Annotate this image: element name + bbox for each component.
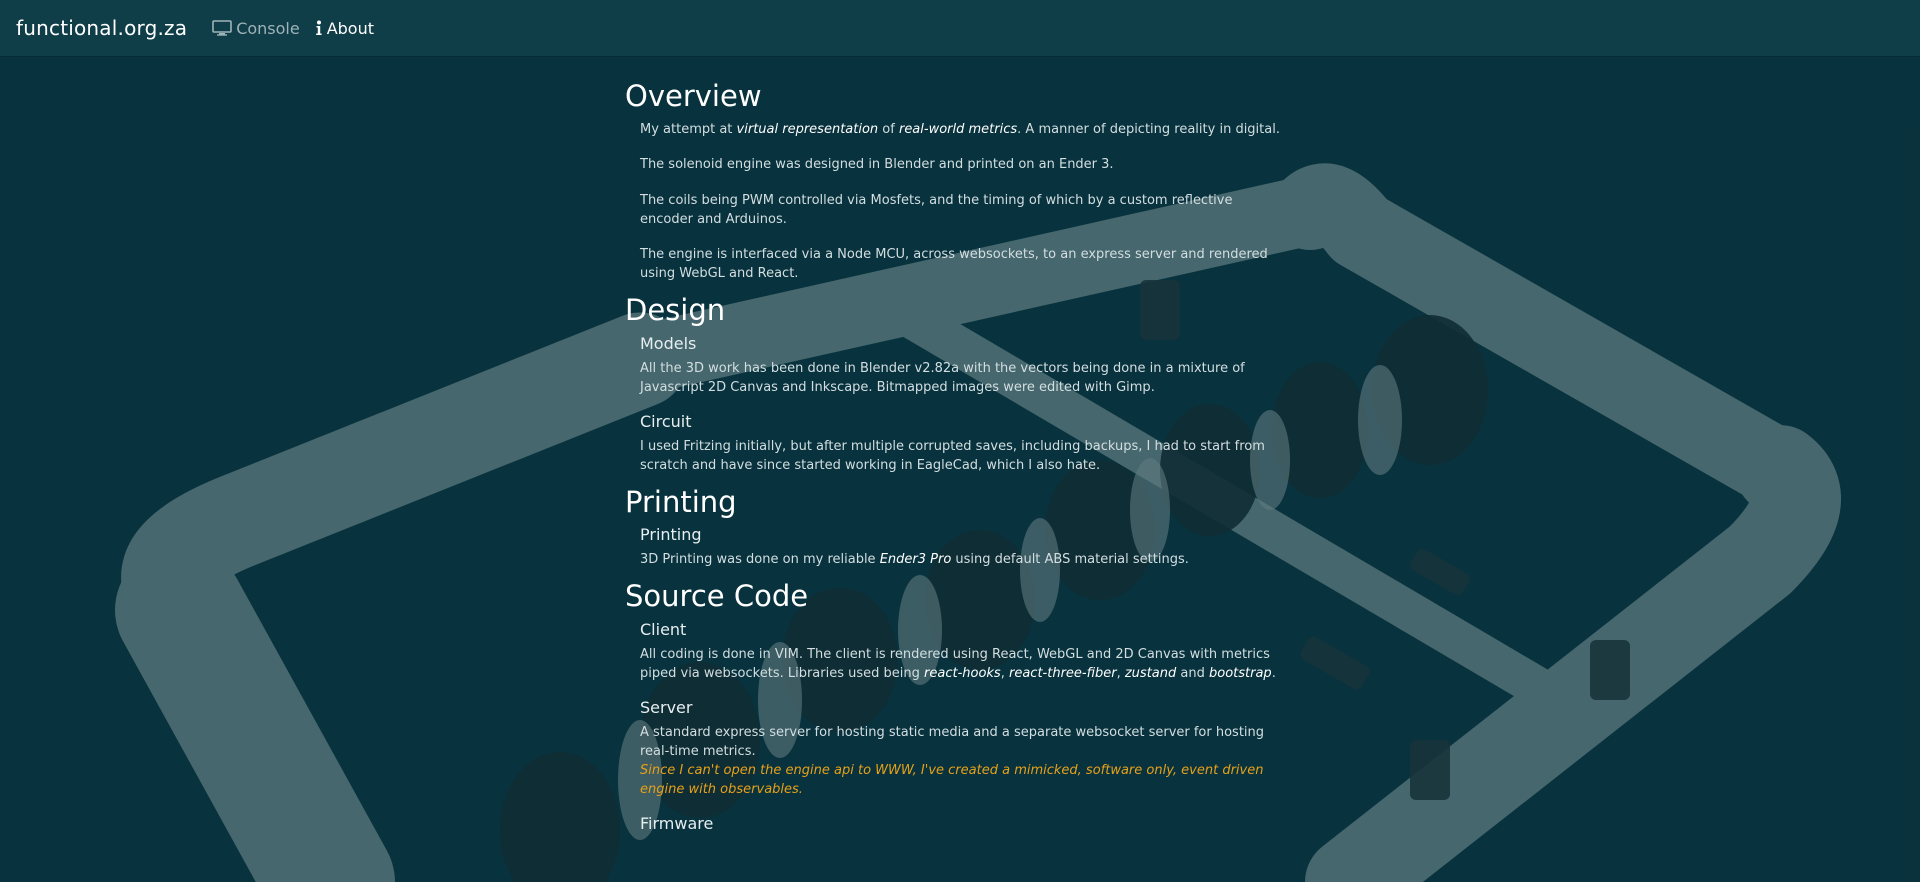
- printing-section: Printing Printing 3D Printing was done o…: [625, 484, 1285, 569]
- server-text: A standard express server for hosting st…: [640, 725, 1265, 759]
- info-icon: [315, 20, 322, 35]
- nav-console-link[interactable]: Console: [212, 19, 300, 38]
- overview-paragraph-1: My attempt at virtual representation of …: [640, 122, 1280, 137]
- main-content: Overview My attempt at virtual represent…: [625, 56, 1285, 834]
- models-title: Models: [640, 334, 697, 353]
- server-title: Server: [640, 698, 693, 717]
- overview-title: Overview: [625, 79, 762, 113]
- client-title: Client: [640, 620, 687, 639]
- nav-about-link[interactable]: About: [315, 19, 374, 38]
- nav-about-label: About: [326, 18, 375, 38]
- design-body: Models All the 3D work has been done in …: [640, 328, 1285, 475]
- top-navbar: functional.org.za Console About: [0, 0, 1920, 56]
- circuit-title: Circuit: [640, 412, 692, 431]
- overview-paragraph-3: The coils being PWM controlled via Mosfe…: [640, 193, 1233, 227]
- server-note-warning: Since I can't open the engine api to WWW…: [640, 763, 1264, 797]
- source-code-title: Source Code: [625, 579, 809, 613]
- nav-console-label: Console: [236, 18, 300, 38]
- monitor-icon: [212, 20, 232, 36]
- source-code-section: Source Code Client All coding is done in…: [625, 578, 1285, 834]
- overview-section: Overview My attempt at virtual represent…: [625, 56, 1285, 283]
- client-text: All coding is done in VIM. The client is…: [640, 647, 1276, 681]
- overview-paragraph-2: The solenoid engine was designed in Blen…: [640, 157, 1114, 172]
- printing-title: Printing: [625, 485, 737, 519]
- printing-text: 3D Printing was done on my reliable Ende…: [640, 552, 1189, 567]
- brand-link[interactable]: functional.org.za: [16, 16, 187, 40]
- design-title: Design: [625, 293, 726, 327]
- models-text: All the 3D work has been done in Blender…: [640, 361, 1245, 395]
- source-code-body: Client All coding is done in VIM. The cl…: [640, 614, 1285, 834]
- overview-paragraph-4: The engine is interfaced via a Node MCU,…: [640, 247, 1268, 281]
- overview-body: My attempt at virtual representation of …: [640, 114, 1285, 283]
- firmware-title: Firmware: [640, 814, 714, 833]
- printing-subtitle: Printing: [640, 525, 702, 544]
- printing-body: Printing 3D Printing was done on my reli…: [640, 520, 1285, 569]
- circuit-text: I used Fritzing initially, but after mul…: [640, 439, 1265, 473]
- design-section: Design Models All the 3D work has been d…: [625, 292, 1285, 475]
